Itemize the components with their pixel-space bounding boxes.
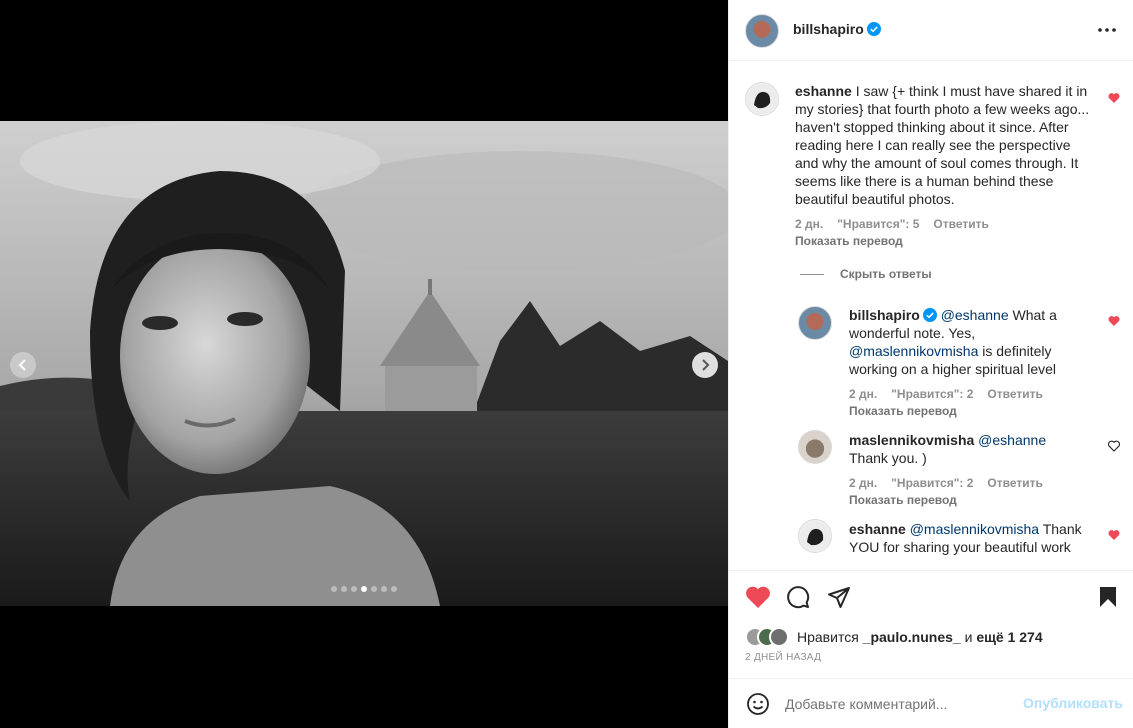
- avatar-photo: [747, 84, 777, 114]
- likes-text: Нравится _paulo.nunes_ и ещё 1 274: [797, 629, 1043, 645]
- reply-body: billshapiro @eshanne What a wonderful no…: [849, 306, 1084, 378]
- show-translation-button[interactable]: Показать перевод: [795, 234, 903, 248]
- likes-count[interactable]: ещё 1 274: [976, 629, 1042, 645]
- liker-username[interactable]: _paulo.nunes_: [863, 629, 961, 645]
- reply-button[interactable]: Ответить: [987, 387, 1042, 401]
- carousel-indicator: [0, 586, 728, 592]
- share-icon[interactable]: [827, 585, 851, 609]
- comment-input[interactable]: [785, 693, 1015, 715]
- reply-username[interactable]: billshapiro: [849, 307, 920, 323]
- liker-avatar[interactable]: [769, 627, 789, 647]
- avatar[interactable]: [798, 306, 832, 340]
- author-row: billshapiro: [793, 21, 881, 37]
- show-translation-button[interactable]: Показать перевод: [849, 493, 957, 507]
- likes-prefix: Нравится: [797, 629, 863, 645]
- reply-username[interactable]: maslennikovmisha: [849, 432, 974, 448]
- reply-meta: 2 дн. "Нравится": 2 Ответить: [849, 387, 1057, 401]
- save-bookmark-icon[interactable]: [1098, 585, 1118, 609]
- reply-body: eshanne @maslennikovmisha Thank YOU for …: [849, 520, 1084, 556]
- emoji-icon[interactable]: [746, 692, 770, 716]
- avatar[interactable]: [745, 14, 779, 48]
- chevron-right-icon: [702, 359, 710, 371]
- comment-body: eshanne I saw {+ think I must have share…: [795, 82, 1095, 208]
- reply-text: Thank you. ): [849, 450, 927, 466]
- photo-image: [0, 121, 728, 606]
- comment-username[interactable]: eshanne: [795, 83, 852, 99]
- mention-link[interactable]: @maslennikovmisha: [910, 521, 1039, 537]
- add-comment-bar: Опубликовать: [729, 678, 1133, 728]
- likes-middle: и: [960, 629, 977, 645]
- post-panel: billshapiro eshanne I saw {+ think I mus…: [728, 0, 1133, 728]
- post-header: billshapiro: [729, 0, 1133, 61]
- reply-button[interactable]: Ответить: [933, 217, 988, 231]
- comment-like-icon[interactable]: [1108, 92, 1120, 104]
- mention-link[interactable]: @eshanne: [978, 432, 1046, 448]
- hide-replies-button[interactable]: Скрыть ответы: [800, 267, 932, 281]
- carousel-dot: [331, 586, 337, 592]
- reply-button[interactable]: Ответить: [987, 476, 1042, 490]
- reply-username[interactable]: eshanne: [849, 521, 906, 537]
- carousel-prev-button[interactable]: [10, 352, 36, 378]
- post-date[interactable]: 2 ДНЕЙ НАЗАД: [745, 652, 821, 663]
- comment-text: I saw {+ think I must have shared it in …: [795, 83, 1090, 207]
- like-heart-icon[interactable]: [745, 585, 771, 609]
- carousel-dot-active: [361, 586, 367, 592]
- chevron-left-icon: [18, 359, 26, 371]
- reply-body: maslennikovmisha @eshanne Thank you. ): [849, 431, 1084, 467]
- comment-likes-count[interactable]: "Нравится": 5: [837, 217, 919, 231]
- verified-badge-icon: [866, 22, 881, 36]
- avatar[interactable]: [745, 82, 779, 116]
- reply-time: 2 дн.: [849, 476, 878, 490]
- carousel-dot: [391, 586, 397, 592]
- comment-like-icon[interactable]: [1108, 440, 1120, 452]
- avatar[interactable]: [798, 430, 832, 464]
- verified-badge-icon: [922, 308, 937, 322]
- comment-like-icon[interactable]: [1108, 315, 1120, 327]
- mention-link[interactable]: @maslennikovmisha: [849, 343, 978, 359]
- comment-time: 2 дн.: [795, 217, 824, 231]
- avatar[interactable]: [798, 519, 832, 553]
- reply-meta: 2 дн. "Нравится": 2 Ответить: [849, 476, 1057, 490]
- show-translation-button[interactable]: Показать перевод: [849, 404, 957, 418]
- post-actions: Нравится _paulo.nunes_ и ещё 1 274 2 ДНЕ…: [729, 570, 1133, 680]
- carousel-dot: [371, 586, 377, 592]
- carousel-dot: [351, 586, 357, 592]
- carousel-dot: [341, 586, 347, 592]
- media-area: [0, 0, 728, 728]
- publish-button[interactable]: Опубликовать: [1023, 695, 1123, 711]
- reply-likes-count[interactable]: "Нравится": 2: [891, 387, 973, 401]
- post-photo[interactable]: [0, 121, 728, 606]
- reply-likes-count[interactable]: "Нравится": 2: [891, 476, 973, 490]
- comment-meta: 2 дн. "Нравится": 5 Ответить: [795, 217, 1003, 231]
- mention-link[interactable]: @eshanne: [941, 307, 1009, 323]
- comment-like-icon[interactable]: [1108, 529, 1120, 541]
- reply-time: 2 дн.: [849, 387, 878, 401]
- more-options-icon[interactable]: [1095, 22, 1119, 38]
- carousel-next-button[interactable]: [692, 352, 718, 378]
- comments-list[interactable]: eshanne I saw {+ think I must have share…: [729, 61, 1133, 570]
- comment-icon[interactable]: [786, 585, 810, 609]
- author-username[interactable]: billshapiro: [793, 21, 864, 37]
- avatar-photo: [800, 521, 830, 551]
- likes-summary: Нравится _paulo.nunes_ и ещё 1 274: [745, 627, 1043, 647]
- carousel-dot: [381, 586, 387, 592]
- post-modal: billshapiro eshanne I saw {+ think I mus…: [0, 0, 1133, 728]
